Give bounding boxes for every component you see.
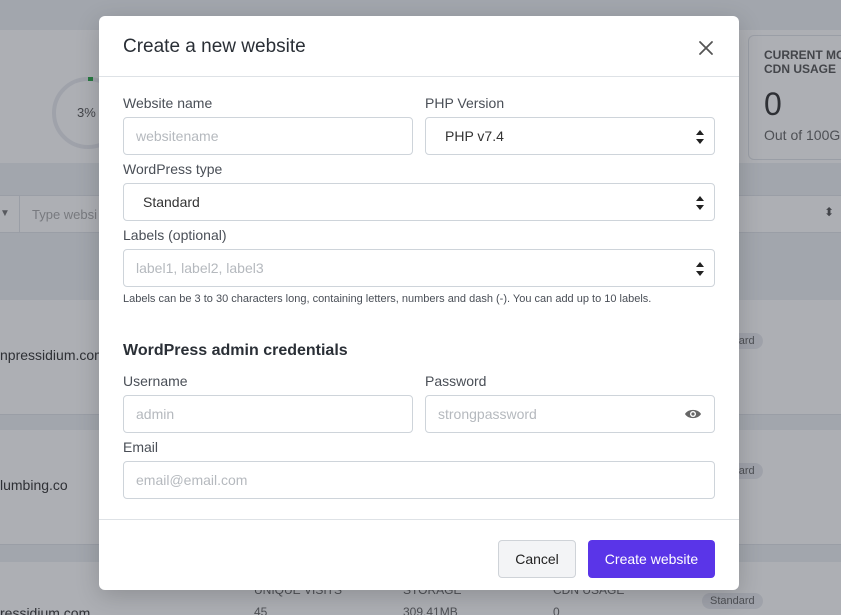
select-updown-icon	[696, 196, 704, 210]
labels-select[interactable]: label1, label2, label3	[123, 249, 715, 287]
modal-footer: Cancel Create website	[99, 519, 739, 590]
labels-label: Labels (optional)	[123, 227, 227, 243]
cancel-button[interactable]: Cancel	[498, 540, 576, 578]
close-icon[interactable]	[697, 39, 715, 57]
password-label: Password	[425, 373, 487, 389]
modal-title: Create a new website	[123, 36, 306, 57]
php-version-select[interactable]: PHP v7.4	[425, 117, 715, 155]
create-website-modal: Create a new website Website name PHP Ve…	[99, 16, 739, 590]
select-updown-icon	[696, 130, 704, 144]
username-input[interactable]	[123, 395, 413, 433]
website-name-label: Website name	[123, 95, 213, 111]
wordpress-type-value: Standard	[143, 194, 200, 210]
php-version-value: PHP v7.4	[445, 128, 504, 144]
create-website-button[interactable]: Create website	[588, 540, 715, 578]
wordpress-type-select[interactable]: Standard	[123, 183, 715, 221]
credentials-section-title: WordPress admin credentials	[123, 342, 348, 359]
email-input[interactable]	[123, 461, 715, 499]
select-updown-icon	[696, 262, 704, 276]
labels-help-text: Labels can be 3 to 30 characters long, c…	[123, 293, 652, 305]
password-input[interactable]	[425, 395, 715, 433]
show-password-eye-icon[interactable]	[684, 407, 702, 419]
php-version-label: PHP Version	[425, 95, 505, 111]
email-label: Email	[123, 439, 159, 455]
labels-placeholder: label1, label2, label3	[136, 260, 264, 276]
username-label: Username	[123, 373, 188, 389]
website-name-input[interactable]	[123, 117, 413, 155]
wordpress-type-label: WordPress type	[123, 161, 223, 177]
modal-header: Create a new website	[99, 16, 739, 77]
